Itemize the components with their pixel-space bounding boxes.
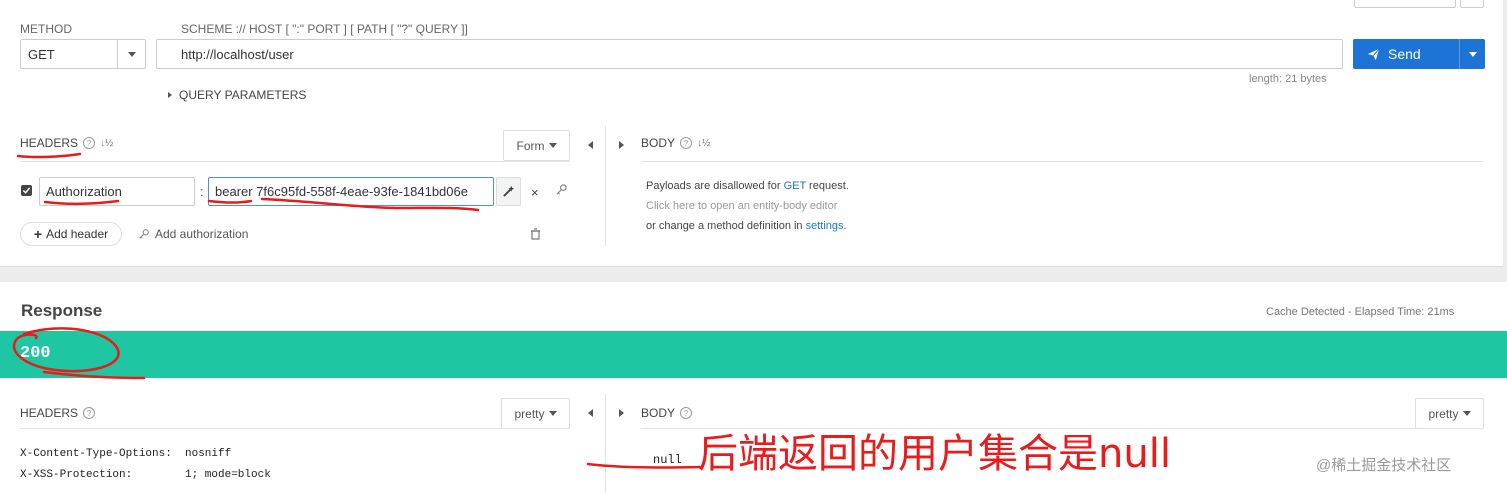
annotation-marks	[12, 152, 702, 469]
underline-authorization	[43, 199, 120, 206]
annotation-arrow	[586, 462, 702, 469]
underline-bearer	[207, 199, 253, 204]
underline-headers	[16, 152, 82, 159]
circle-status-tail	[42, 370, 146, 380]
circle-status-code	[12, 327, 120, 373]
underline-token	[260, 197, 480, 212]
